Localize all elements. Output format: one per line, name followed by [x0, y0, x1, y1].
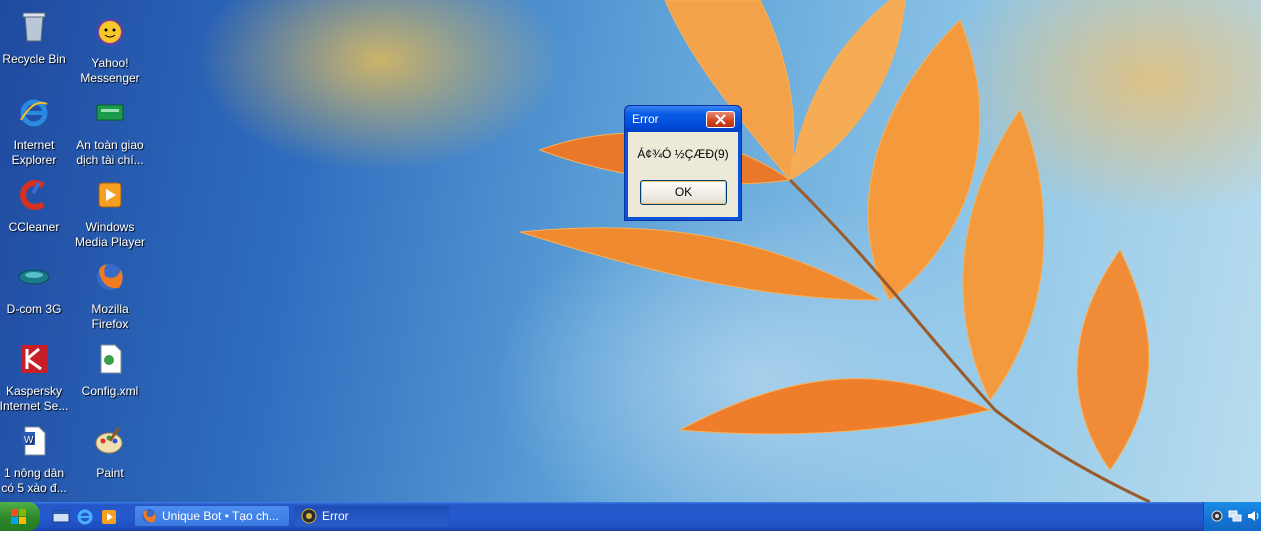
ok-button[interactable]: OK	[640, 180, 727, 205]
dcom-3g-icon	[18, 269, 50, 285]
desktop-icon-firefox[interactable]: Mozilla Firefox	[70, 260, 150, 332]
yahoo-messenger-icon	[97, 19, 123, 45]
desktop-icon-dcom-3g[interactable]: D-com 3G	[0, 260, 74, 317]
system-tray	[1203, 502, 1261, 531]
desktop-icon-label: Yahoo! Messenger	[80, 56, 140, 85]
recycle-bin-icon	[22, 12, 46, 42]
desktop-icon-label: An toàn giao dịch tài chí...	[76, 138, 144, 167]
taskbar-button-error[interactable]: Error	[294, 505, 450, 527]
taskbar-button-firefox[interactable]: Unique Bot • Tạo ch...	[134, 505, 290, 527]
dialog-body: Á¢¾Ó ½ÇÆÐ(9) OK	[628, 132, 738, 217]
svg-text:W: W	[24, 435, 34, 446]
dialog-titlebar[interactable]: Error	[625, 106, 741, 132]
media-player-icon	[98, 182, 122, 208]
taskbar-button-label: Error	[322, 509, 349, 523]
desktop-icon-label: Recycle Bin	[2, 52, 66, 66]
desktop-icon-yahoo-messenger[interactable]: Yahoo! Messenger	[70, 14, 150, 86]
desktop-icon-internet-explorer[interactable]: Internet Explorer	[0, 96, 74, 168]
desktop-icon-bank-card[interactable]: An toàn giao dịch tài chí...	[70, 96, 150, 168]
windows-logo-icon	[11, 509, 26, 524]
paint-icon	[95, 426, 123, 454]
error-dialog: Error Á¢¾Ó ½ÇÆÐ(9) OK	[624, 105, 742, 221]
ccleaner-icon	[20, 180, 45, 210]
xml-file-icon	[100, 344, 122, 374]
settings-icon[interactable]	[1210, 509, 1224, 523]
firefox-icon	[97, 264, 123, 290]
dialog-message: Á¢¾Ó ½ÇÆÐ(9)	[637, 147, 729, 161]
taskbar: Unique Bot • Tạo ch... Error	[0, 502, 1261, 531]
desktop-icon-config-xml[interactable]: Config.xml	[70, 342, 150, 399]
show-desktop-icon[interactable]	[52, 508, 70, 526]
desktop-icon-ccleaner[interactable]: CCleaner	[0, 178, 74, 235]
desktop-icon-label: Paint	[96, 466, 124, 480]
desktop-icon-kaspersky[interactable]: Kaspersky Internet Se...	[0, 342, 74, 414]
internet-explorer-icon	[20, 99, 48, 127]
desktop-icon-label: Internet Explorer	[11, 138, 57, 167]
desktop-icon-word-document[interactable]: W 1 nông dân có 5 xào đ...	[0, 424, 74, 496]
network-icon[interactable]	[1228, 509, 1242, 523]
desktop-icon-label: D-com 3G	[6, 302, 62, 316]
bank-card-icon	[96, 104, 124, 121]
start-button[interactable]	[0, 502, 40, 531]
volume-icon[interactable]	[1246, 509, 1260, 523]
desktop-icon-paint[interactable]: Paint	[70, 424, 150, 481]
desktop-icon-label: Kaspersky Internet Se...	[0, 384, 69, 413]
media-player-icon[interactable]	[100, 508, 118, 526]
desktop-icon-label: Mozilla Firefox	[91, 302, 129, 331]
taskbar-button-label: Unique Bot • Tạo ch...	[162, 509, 279, 523]
leaf-wallpaper	[519, 0, 1151, 502]
desktop: Recycle Bin Yahoo! Messenger Internet Ex…	[0, 0, 1261, 502]
word-document-icon: W	[22, 426, 46, 456]
desktop-icon-label: Windows Media Player	[74, 220, 146, 249]
desktop-icon-label: 1 nông dân có 5 xào đ...	[1, 466, 67, 495]
kaspersky-icon	[21, 345, 47, 373]
internet-explorer-icon[interactable]	[76, 508, 94, 526]
desktop-icon-label: CCleaner	[8, 220, 60, 234]
dialog-title: Error	[632, 112, 659, 126]
desktop-icon-label: Config.xml	[81, 384, 139, 398]
desktop-icon-recycle-bin[interactable]: Recycle Bin	[0, 10, 74, 67]
desktop-icon-media-player[interactable]: Windows Media Player	[70, 178, 150, 250]
close-icon	[715, 114, 726, 125]
firefox-icon	[142, 509, 156, 523]
close-button[interactable]	[706, 111, 735, 128]
app-icon	[301, 508, 317, 524]
